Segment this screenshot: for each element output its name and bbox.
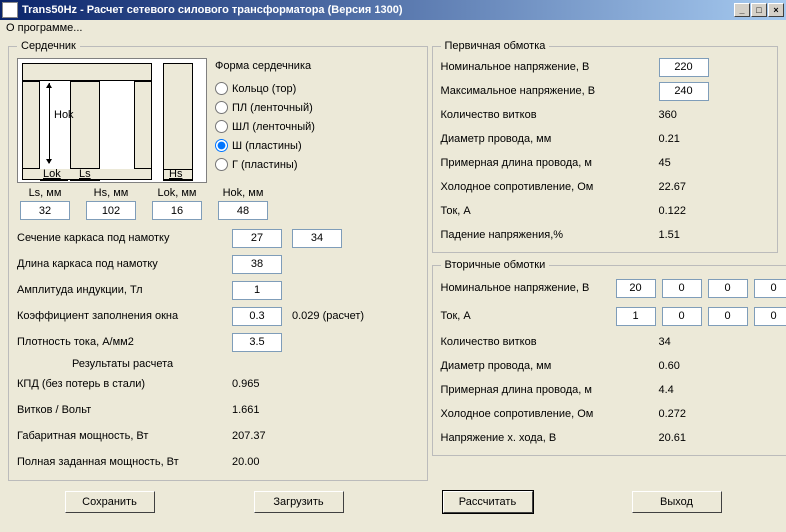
full-pow-value: 20.00: [232, 456, 260, 468]
p-i-label: Ток, А: [441, 205, 659, 217]
p-dwire-value: 0.21: [659, 133, 733, 145]
s-rcold-label: Холодное сопротивление, Ом: [441, 408, 659, 420]
p-len-value: 45: [659, 157, 733, 169]
j-density-input[interactable]: [232, 333, 282, 352]
s-len-label: Примерная длина провода, м: [441, 384, 659, 396]
s-unom-3[interactable]: [754, 279, 786, 298]
titlebar: Trans50Hz - Расчет сетевого силового тра…: [0, 0, 786, 20]
carcass-length-label: Длина каркаса под намотку: [17, 258, 232, 270]
s-i-2[interactable]: [708, 307, 748, 326]
carcass-length-input[interactable]: [232, 255, 282, 274]
p-len-label: Примерная длина провода, м: [441, 157, 659, 169]
minimize-button[interactable]: _: [734, 3, 750, 17]
exit-button[interactable]: Выход: [632, 491, 722, 513]
j-density-label: Плотность тока, А/мм2: [17, 336, 232, 348]
legend-core: Сердечник: [17, 40, 80, 52]
carcass-section-v1[interactable]: [232, 229, 282, 248]
s-unom-0[interactable]: [616, 279, 656, 298]
diagram-label-lok: Lok: [43, 168, 61, 180]
vpv-label: Витков / Вольт: [17, 404, 232, 416]
load-button[interactable]: Загрузить: [254, 491, 344, 513]
p-i-value: 0.122: [659, 205, 733, 217]
s-uxx-label: Напряжение х. хода, В: [441, 432, 659, 444]
legend-primary: Первичная обмотка: [441, 40, 550, 52]
s-turns-label: Количество витков: [441, 336, 659, 348]
diagram-label-hs: Hs: [169, 168, 182, 180]
p-umax-label: Максимальное напряжение, В: [441, 85, 659, 97]
window-title: Trans50Hz - Расчет сетевого силового тра…: [22, 4, 734, 16]
p-turns-value: 360: [659, 109, 733, 121]
dim-ls-input[interactable]: [20, 201, 70, 220]
menubar: О программе...: [0, 20, 786, 38]
save-button[interactable]: Сохранить: [65, 491, 155, 513]
fieldset-primary: Первичная обмотка Номинальное напряжение…: [432, 40, 779, 253]
dim-hok-label: Hok, мм: [223, 187, 264, 199]
p-rcold-value: 22.67: [659, 181, 733, 193]
s-i-1[interactable]: [662, 307, 702, 326]
dim-hs-label: Hs, мм: [94, 187, 129, 199]
s-i-0[interactable]: [616, 307, 656, 326]
calc-button[interactable]: Рассчитать: [443, 491, 533, 513]
p-turns-label: Количество витков: [441, 109, 659, 121]
core-shape-radios: Форма сердечника Кольцо (тор) ПЛ (ленточ…: [215, 58, 315, 183]
radio-ring[interactable]: Кольцо (тор): [215, 82, 315, 95]
kpd-label: КПД (без потерь в стали): [17, 378, 232, 390]
radio-pl[interactable]: ПЛ (ленточный): [215, 101, 315, 114]
full-pow-label: Полная заданная мощность, Вт: [17, 456, 232, 468]
s-dwire-value: 0.60: [659, 360, 733, 372]
fieldset-core: Сердечник Hok Lok: [8, 40, 428, 481]
s-dwire-label: Диаметр провода, мм: [441, 360, 659, 372]
button-row: Сохранить Загрузить Рассчитать Выход: [0, 487, 786, 517]
s-unom-label: Номинальное напряжение, В: [441, 282, 616, 294]
p-dwire-label: Диаметр провода, мм: [441, 133, 659, 145]
diagram-label-hok: Hok: [54, 109, 74, 121]
s-turns-value: 34: [659, 336, 733, 348]
diagram-label-ls: Ls: [79, 168, 91, 180]
app-icon: [2, 2, 18, 18]
b-amp-label: Амплитуда индукции, Тл: [17, 284, 232, 296]
dim-hs-input[interactable]: [86, 201, 136, 220]
radio-shl[interactable]: ШЛ (ленточный): [215, 120, 315, 133]
menu-about[interactable]: О программе...: [6, 22, 82, 34]
window-buttons: _ □ ×: [734, 3, 784, 17]
kpd-value: 0.965: [232, 378, 260, 390]
s-uxx-value: 20.61: [659, 432, 733, 444]
core-shape-title: Форма сердечника: [215, 60, 315, 72]
fieldset-secondary: Вторичные обмотки Номинальное напряжение…: [432, 259, 786, 456]
carcass-section-label: Сечение каркаса под намотку: [17, 232, 232, 244]
s-len-value: 4.4: [659, 384, 733, 396]
core-diagram: Hok Lok Ls Hs: [17, 58, 207, 183]
gab-pow-value: 207.37: [232, 430, 266, 442]
dims-row: Ls, мм Hs, мм Lok, мм Hok, мм: [17, 187, 419, 220]
vpv-value: 1.661: [232, 404, 260, 416]
s-i-3[interactable]: [754, 307, 786, 326]
p-unom-label: Номинальное напряжение, В: [441, 61, 659, 73]
p-unom-input[interactable]: [659, 58, 709, 77]
s-rcold-value: 0.272: [659, 408, 733, 420]
p-dv-label: Падение напряжения,%: [441, 229, 659, 241]
gab-pow-label: Габаритная мощность, Вт: [17, 430, 232, 442]
dim-lok-label: Lok, мм: [158, 187, 197, 199]
content: Сердечник Hok Lok: [0, 38, 786, 487]
radio-g[interactable]: Г (пластины): [215, 158, 315, 171]
dim-lok-input[interactable]: [152, 201, 202, 220]
legend-secondary: Вторичные обмотки: [441, 259, 550, 271]
fill-factor-input[interactable]: [232, 307, 282, 326]
s-unom-2[interactable]: [708, 279, 748, 298]
results-header: Результаты расчета: [17, 358, 419, 370]
fill-factor-label: Коэффициент заполнения окна: [17, 310, 232, 322]
radio-sh[interactable]: Ш (пластины): [215, 139, 315, 152]
close-button[interactable]: ×: [768, 3, 784, 17]
s-i-label: Ток, А: [441, 310, 616, 322]
dim-hok-input[interactable]: [218, 201, 268, 220]
s-unom-1[interactable]: [662, 279, 702, 298]
p-umax-input[interactable]: [659, 82, 709, 101]
p-dv-value: 1.51: [659, 229, 733, 241]
dim-ls-label: Ls, мм: [29, 187, 62, 199]
maximize-button[interactable]: □: [751, 3, 767, 17]
p-rcold-label: Холодное сопротивление, Ом: [441, 181, 659, 193]
fill-factor-extra: 0.029 (расчет): [292, 310, 364, 322]
carcass-section-v2[interactable]: [292, 229, 342, 248]
b-amp-input[interactable]: [232, 281, 282, 300]
